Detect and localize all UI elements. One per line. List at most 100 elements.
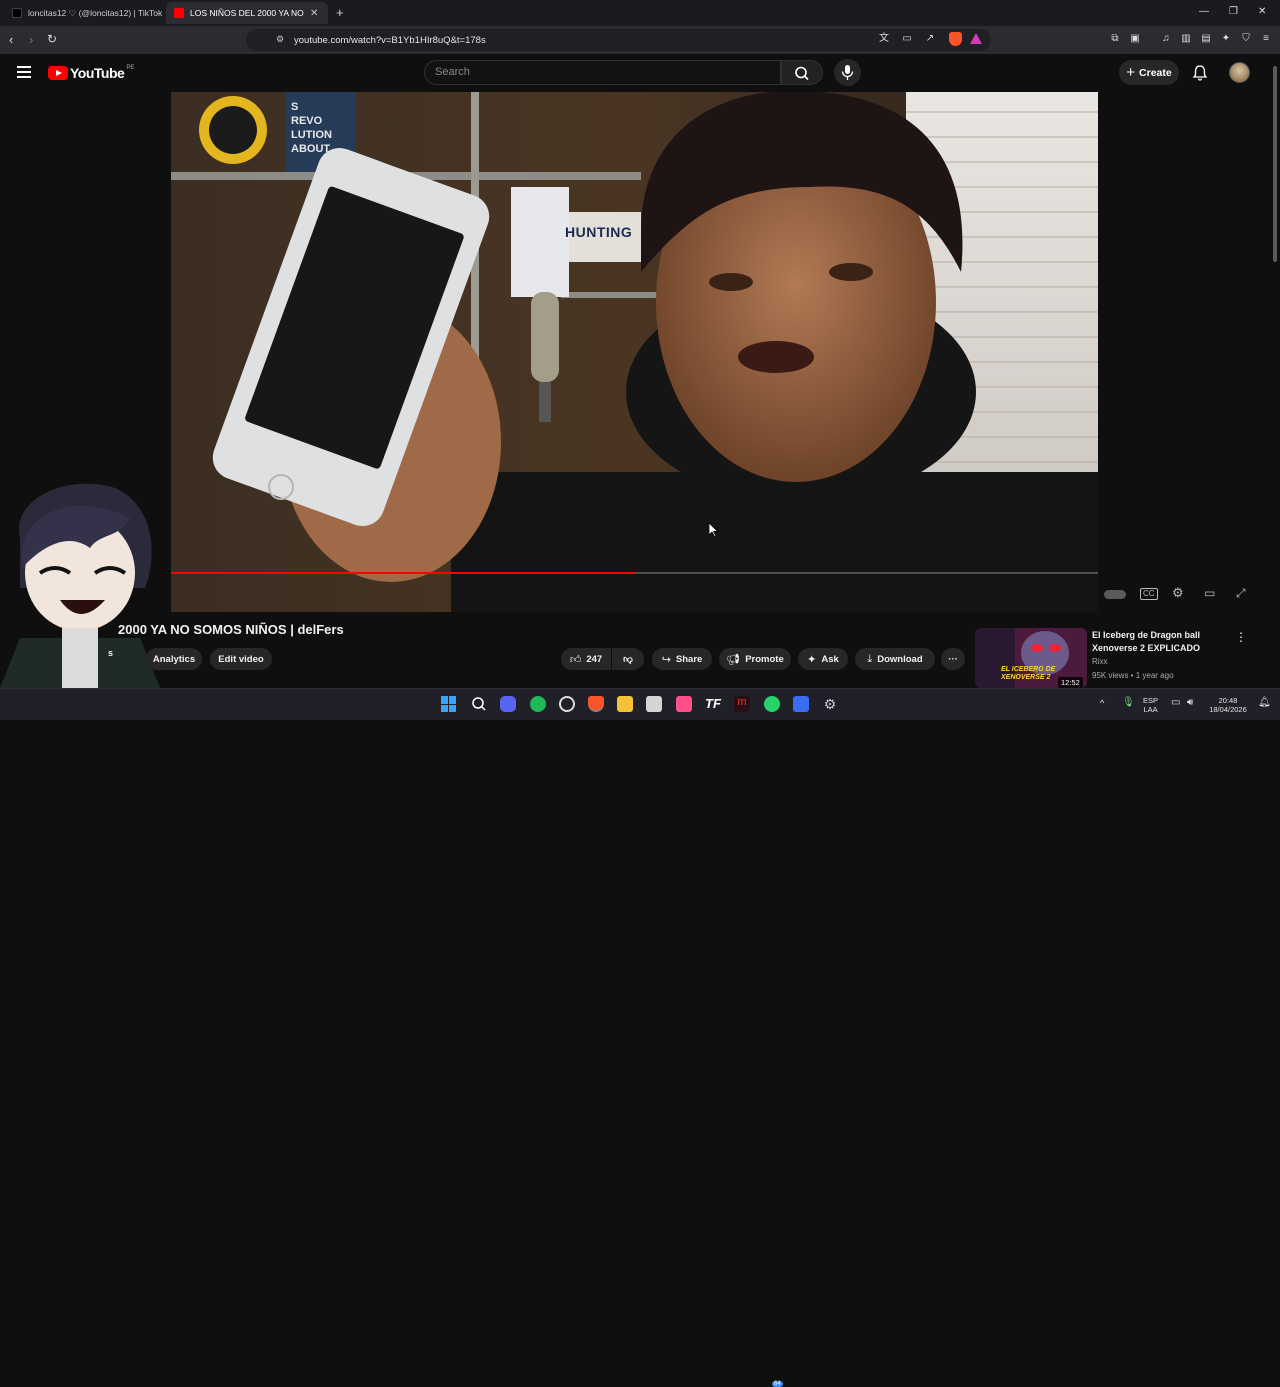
scrollbar-thumb[interactable]: [1273, 66, 1277, 262]
whatsapp-icon[interactable]: [764, 696, 780, 712]
vpn-icon[interactable]: ⛉: [1240, 33, 1252, 45]
menu-icon[interactable]: ≡: [1260, 33, 1272, 45]
language-indicator[interactable]: ESP LAA: [1143, 696, 1158, 714]
discord-icon[interactable]: [500, 696, 516, 712]
analytics-button[interactable]: Analytics: [146, 648, 202, 670]
ask-button[interactable]: ✦ Ask: [798, 648, 848, 670]
close-tab-icon[interactable]: ✕: [310, 8, 318, 19]
sparkle-icon: ✦: [807, 653, 817, 666]
brave-taskbar-icon[interactable]: [588, 696, 604, 712]
related-channel-name[interactable]: Rixx: [1092, 657, 1108, 666]
download-label: Download: [877, 653, 923, 665]
tiktok-icon: [12, 8, 22, 18]
share-page-icon[interactable]: ↗: [924, 33, 936, 45]
download-button[interactable]: ⤓ Download: [855, 648, 935, 670]
translate-icon[interactable]: 文: [878, 33, 890, 45]
dislike-button[interactable]: 👎︎: [612, 648, 644, 670]
avatar[interactable]: [1229, 62, 1250, 83]
app-pink-icon[interactable]: [676, 696, 692, 712]
fullscreen-icon[interactable]: ⤢: [1236, 586, 1246, 601]
settings-gear-icon[interactable]: ⚙: [1172, 585, 1184, 601]
search-input[interactable]: Search: [424, 60, 781, 85]
cast-icon[interactable]: ▭: [901, 33, 913, 45]
logo-text: YouTube: [70, 65, 125, 81]
reload-icon[interactable]: ↻: [47, 32, 57, 46]
page-scrollbar[interactable]: [1270, 62, 1280, 688]
tray-overflow-icon[interactable]: ^: [1100, 699, 1104, 708]
clock[interactable]: 20:48 18/04/2026: [1206, 696, 1250, 714]
video-title: 2000 YA NO SOMOS NIÑOS | delFers: [118, 622, 344, 637]
notepad-icon[interactable]: [646, 696, 662, 712]
promote-button[interactable]: 📢︎ Promote: [719, 648, 791, 670]
wallet-icon[interactable]: ▤: [1200, 33, 1212, 45]
notification-center-icon[interactable]: 🔔︎: [1258, 698, 1271, 708]
theater-mode-icon[interactable]: ▭: [1204, 586, 1215, 600]
forward-icon[interactable]: ›: [29, 32, 33, 47]
like-button[interactable]: 👍︎ 247: [561, 648, 611, 670]
back-icon[interactable]: ‹: [9, 32, 13, 47]
mouse-cursor-icon: [709, 523, 719, 537]
sidebar-icon[interactable]: ▥: [1180, 33, 1192, 45]
taskbar-search-icon[interactable]: [471, 696, 487, 712]
maximize-icon[interactable]: ❐: [1229, 6, 1238, 17]
site-settings-icon[interactable]: ⚙: [276, 34, 284, 45]
brave-shields-icon[interactable]: [949, 32, 962, 46]
media-icon[interactable]: ♫: [1160, 33, 1172, 45]
typeface-icon[interactable]: TF: [705, 696, 721, 712]
thumbs-up-icon: 👍︎: [569, 653, 582, 666]
more-vertical-icon[interactable]: ⋮: [1235, 630, 1247, 644]
create-button[interactable]: + Create: [1119, 60, 1179, 85]
progress-bar[interactable]: [171, 572, 1098, 574]
browser-tab-strip: loncitas12 ♡ (@loncitas12) | TikTok LOS …: [0, 0, 1280, 26]
settings-icon[interactable]: ⚙: [822, 696, 838, 712]
app-blue-icon[interactable]: [793, 696, 809, 712]
captions-icon[interactable]: CC: [1140, 588, 1158, 600]
shelf-box-label: HUNTING: [565, 224, 633, 240]
volume-icon[interactable]: 🔊︎: [1187, 698, 1193, 708]
related-video-title[interactable]: El Iceberg de Dragon ball Xenoverse 2 EX…: [1092, 629, 1222, 655]
keyboard-layout: LAA: [1143, 705, 1158, 714]
channel-name-fragment[interactable]: s: [108, 648, 113, 658]
minimize-icon[interactable]: —: [1199, 6, 1209, 17]
share-button[interactable]: ↪ Share: [652, 648, 712, 670]
country-code: PE: [126, 65, 135, 71]
clock-date: 18/04/2026: [1209, 705, 1247, 714]
analytics-label: Analytics: [152, 653, 196, 665]
tab-tiktok[interactable]: loncitas12 ♡ (@loncitas12) | TikTok: [4, 2, 164, 24]
poster-text: S REVO LUTION ABOUT: [291, 101, 332, 155]
extensions-icon[interactable]: ⧉: [1109, 33, 1121, 45]
microphone-tray-icon[interactable]: 🎙︎: [1122, 698, 1135, 708]
tab-youtube[interactable]: LOS NIÑOS DEL 2000 YA NO SOMOS ✕: [166, 2, 328, 24]
language-code: ESP: [1143, 696, 1159, 705]
file-explorer-icon[interactable]: [617, 696, 633, 712]
more-horizontal-icon: ···: [948, 653, 958, 665]
spotify-icon[interactable]: [530, 696, 546, 712]
video-player[interactable]: HUNTING S REVO LUTION ABOUT CC ⚙ ▭ ⤢: [171, 92, 1098, 612]
vtuber-overlay-image: [0, 483, 160, 688]
url-text: youtube.com/watch?v=B1Yb1HIr8uQ&t=178s: [294, 34, 486, 46]
leo-ai-icon[interactable]: ✦: [1220, 33, 1232, 45]
microphone-icon: [841, 65, 854, 80]
brave-rewards-icon[interactable]: [970, 33, 982, 44]
network-icon[interactable]: ▭: [1171, 698, 1180, 708]
voice-search-button[interactable]: [834, 59, 861, 86]
related-video-meta: 95K views • 1 year ago: [1092, 671, 1174, 680]
screenshot-icon[interactable]: ▣: [1129, 33, 1141, 45]
notifications-bell-icon[interactable]: [1192, 64, 1208, 81]
tab-title: loncitas12 ♡ (@loncitas12) | TikTok: [28, 7, 163, 18]
guide-menu-icon[interactable]: [17, 66, 31, 78]
new-tab-button[interactable]: +: [336, 5, 344, 20]
obs-icon[interactable]: [559, 696, 575, 712]
close-window-icon[interactable]: ✕: [1258, 6, 1266, 17]
app-red-icon[interactable]: m: [734, 696, 750, 712]
share-label: Share: [675, 653, 703, 665]
create-label: Create: [1139, 66, 1172, 79]
windows-start-icon[interactable]: [441, 696, 457, 712]
youtube-icon: [174, 8, 184, 18]
more-actions-button[interactable]: ···: [941, 648, 965, 670]
youtube-logo[interactable]: YouTube PE: [48, 65, 134, 81]
video-frame: [171, 92, 1098, 612]
edit-video-button[interactable]: Edit video: [210, 648, 272, 670]
search-button[interactable]: [781, 60, 823, 85]
autoplay-toggle[interactable]: [1104, 590, 1126, 599]
